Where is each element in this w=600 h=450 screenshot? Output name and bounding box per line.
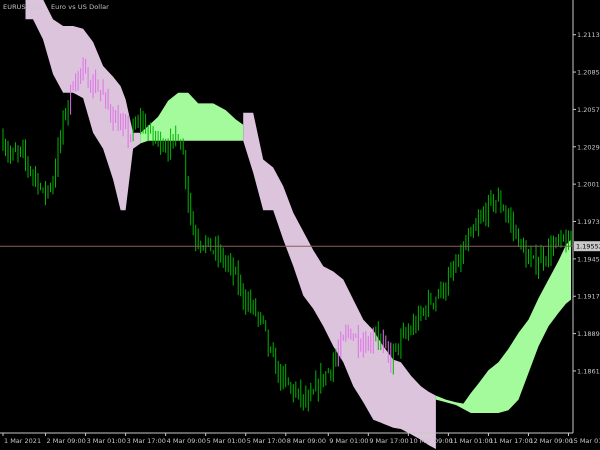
time-tick-label: 9 Mar 17:00 [369,437,408,445]
time-axis: 1 Mar 2021 2 Mar 09:00 3 Mar 01:00 3 Mar 17… [2,433,600,445]
price-tick-label: 1.20575 [577,106,600,114]
price-tick-label: 1.18615 [577,367,600,375]
price-tick-label: 1.21135 [577,31,600,39]
kumo-cloud-segment-3 [243,112,436,450]
time-tick-label: 8 Mar 09:00 [287,437,326,445]
symbol-separator [44,3,48,11]
price-tick-label: 1.20855 [577,69,600,77]
ichimoku-cloud-layer [25,0,571,450]
price-tick-label: 1.20015 [577,181,600,189]
time-tick-label: 3 Mar 01:00 [87,437,126,445]
time-tick-label: 9 Mar 01:00 [329,437,368,445]
price-axis: 1.21135 1.20855 1.20575 1.20295 1.20015 1.197… [573,31,600,375]
time-tick-label: 12 Mar 09:00 [529,437,572,445]
time-tick-label: 3 Mar 17:00 [127,437,166,445]
time-tick-label: 15 Mar 01:00 [569,437,600,445]
time-tick-label: 2 Mar 09:00 [47,437,86,445]
price-chart[interactable]: 1.21135 1.20855 1.20575 1.20295 1.20015 1.197… [0,0,600,450]
symbol-name: EURUSD,H1 [3,3,43,11]
kumo-cloud-segment-1 [25,0,141,211]
symbol-label: EURUSD,H1 Euro vs US Dollar [3,3,109,11]
price-tick-label: 1.19735 [577,218,600,226]
price-tick-label: 1.19175 [577,293,600,301]
symbol-description: Euro vs US Dollar [50,3,109,11]
time-tick-label: 10 Mar 09:00 [409,437,452,445]
time-tick-label: 11 Mar 17:00 [489,437,532,445]
time-tick-label: 5 Mar 01:00 [207,437,246,445]
time-tick-label: 4 Mar 09:00 [167,437,206,445]
time-tick-label: 5 Mar 17:00 [247,437,286,445]
chart-window[interactable]: 1.21135 1.20855 1.20575 1.20295 1.20015 1.197… [0,0,600,450]
time-tick-label: 1 Mar 2021 [4,437,41,445]
price-tick-label: 1.19455 [577,255,600,263]
current-price-label: 1.19552 [576,243,600,251]
time-tick-label: 11 Mar 01:00 [449,437,492,445]
price-tick-label: 1.18895 [577,330,600,338]
price-tick-label: 1.20295 [577,143,600,151]
